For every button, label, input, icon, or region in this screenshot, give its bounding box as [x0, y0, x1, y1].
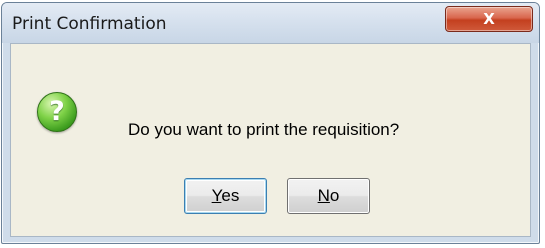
print-confirmation-dialog: Print Confirmation X ? Do you want to pr… [1, 2, 540, 244]
no-button-mnemonic: N [317, 186, 330, 205]
no-button-label: o [329, 186, 340, 205]
question-icon: ? [37, 92, 77, 132]
yes-button-label: es [221, 186, 240, 205]
yes-button[interactable]: Yes [184, 178, 267, 214]
dialog-title: Print Confirmation [12, 14, 167, 34]
confirmation-message: Do you want to print the requisition? [128, 120, 400, 139]
close-icon: X [483, 10, 495, 28]
no-button[interactable]: No [287, 178, 370, 214]
close-button[interactable]: X [445, 6, 533, 32]
dialog-body: ? Do you want to print the requisition? … [10, 43, 531, 237]
yes-button-mnemonic: Y [211, 186, 222, 205]
title-bar[interactable]: Print Confirmation X [2, 3, 539, 43]
